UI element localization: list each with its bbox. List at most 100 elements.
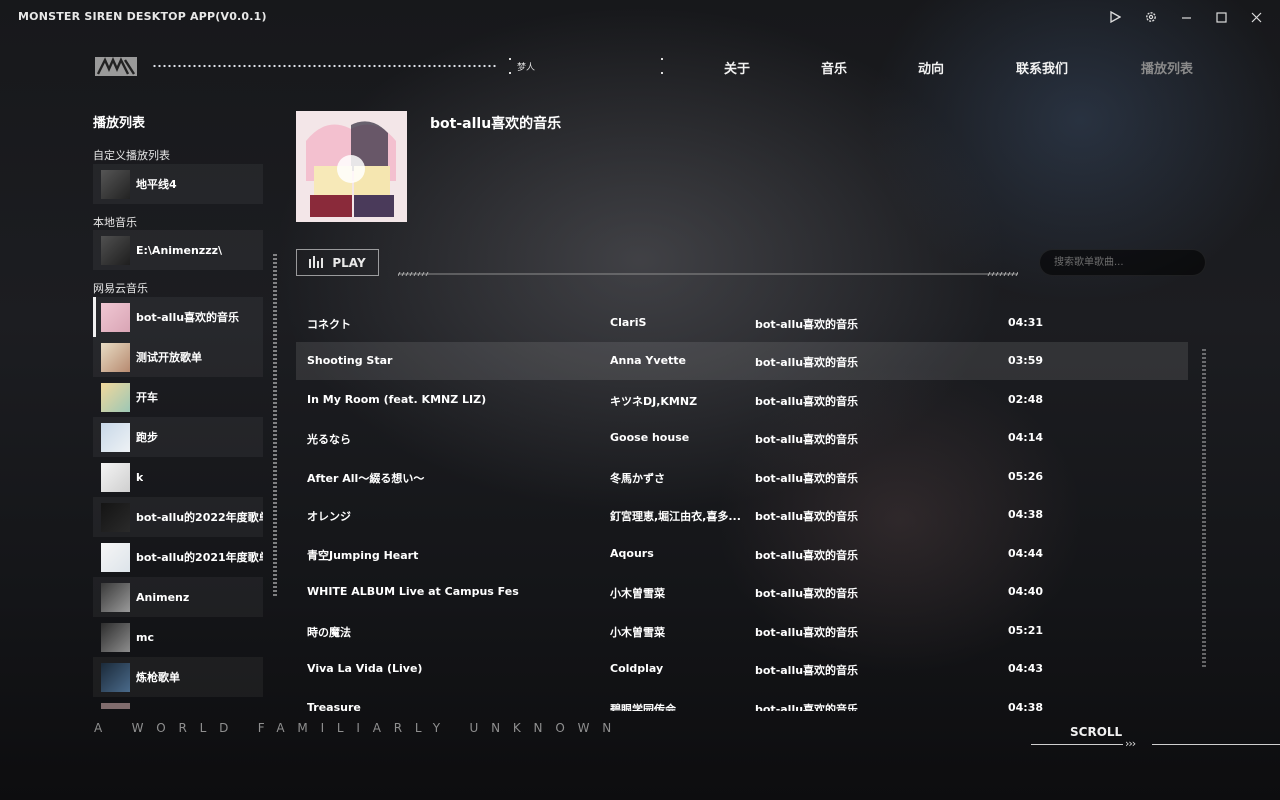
sidebar-item-label: bot-allu的2021年度歌单 [136, 551, 263, 564]
track-title: In My Room (feat. KMNZ LIZ) [307, 393, 487, 406]
section-netease-music: 网易云音乐 [93, 282, 148, 295]
track-artist: 小木曽雪菜 [610, 587, 665, 600]
sidebar-item-label: bot-allu喜欢的音乐 [136, 311, 240, 324]
sidebar-item-netease[interactable]: k [93, 457, 263, 497]
scroll-divider [1031, 744, 1123, 745]
track-row[interactable]: オレンジ 釘宮理恵,堀江由衣,喜多... bot-allu喜欢的音乐 04:38 [296, 496, 1188, 534]
sidebar-scrollbar[interactable] [273, 254, 277, 596]
sidebar-item-netease[interactable]: 测试开放歌单 [93, 337, 263, 377]
track-artist: Coldplay [610, 662, 664, 675]
scroll-divider [1152, 744, 1280, 745]
sidebar-item-netease[interactable]: 开车 [93, 377, 263, 417]
track-artist: Goose house [610, 431, 690, 444]
tagline: A WORLD FAMILIARLY UNKNOWN [94, 721, 625, 735]
sidebar-item-netease[interactable]: bot-allu的2022年度歌单 [93, 497, 263, 537]
nav-music[interactable]: 音乐 [821, 58, 847, 77]
playlist-cover [101, 382, 130, 412]
sidebar-item-netease[interactable]: bot-allu的2021年度歌单 [93, 537, 263, 577]
track-artist: 碧眼学园传会 [610, 703, 676, 711]
audio-visualizer [152, 64, 497, 68]
track-duration: 04:40 [1008, 585, 1044, 598]
sidebar-item-local[interactable]: E:\Animenzzz\ [93, 230, 263, 270]
sidebar-item-label: k [136, 470, 144, 484]
track-title: Treasure [307, 701, 361, 711]
track-title: Viva La Vida (Live) [307, 662, 423, 675]
track-row[interactable]: 青空Jumping Heart Aqours bot-allu喜欢的音乐 04:… [296, 535, 1188, 573]
track-album: bot-allu喜欢的音乐 [755, 433, 859, 446]
monster-siren-logo[interactable] [95, 57, 137, 76]
play-all-button[interactable]: PLAY [296, 249, 379, 276]
maximize-icon[interactable] [1212, 8, 1230, 26]
track-title: オレンジ [307, 510, 351, 523]
sidebar-item-label: 开车 [136, 391, 158, 404]
track-title: 青空Jumping Heart [307, 549, 419, 562]
track-title: WHITE ALBUM Live at Campus Fes [307, 585, 519, 598]
track-title: 時の魔法 [307, 626, 351, 639]
sidebar-item-custom[interactable]: 地平线4 [93, 164, 263, 204]
gear-icon[interactable] [1142, 8, 1160, 26]
track-album: bot-allu喜欢的音乐 [755, 664, 859, 677]
track-artist: 釘宮理恵,堀江由衣,喜多... [610, 510, 741, 523]
sidebar-item-netease[interactable]: Animenz [93, 577, 263, 617]
sidebar-item-label: 测试开放歌单 [136, 351, 202, 364]
track-duration: 03:59 [1008, 354, 1044, 367]
track-row[interactable]: WHITE ALBUM Live at Campus Fes 小木曽雪菜 bot… [296, 573, 1188, 611]
track-duration: 04:38 [1008, 701, 1044, 711]
sidebar-item-netease[interactable]: mc [93, 617, 263, 657]
visualizer-tick [661, 58, 663, 60]
sidebar-item-label: E:\Animenzzz\ [136, 243, 223, 257]
playlist-search-input[interactable] [1039, 249, 1206, 276]
playlist-cover [101, 302, 130, 332]
track-duration: 04:31 [1008, 316, 1044, 329]
track-artist: ClariS [610, 316, 647, 329]
track-title: コネクト [307, 318, 351, 331]
track-row[interactable]: コネクト ClariS bot-allu喜欢的音乐 04:31 [296, 304, 1188, 342]
minimize-icon[interactable] [1177, 8, 1195, 26]
visualizer-tick [509, 58, 511, 60]
app-title: MONSTER SIREN DESKTOP APP(V0.0.1) [18, 10, 267, 23]
track-row[interactable]: 光るなら Goose house bot-allu喜欢的音乐 04:14 [296, 419, 1188, 457]
nav-news[interactable]: 动向 [918, 58, 944, 77]
playlist-cover [101, 342, 130, 372]
track-album: bot-allu喜欢的音乐 [755, 626, 859, 639]
track-album: bot-allu喜欢的音乐 [755, 703, 859, 711]
sidebar-item-label: mc [136, 630, 154, 644]
sidebar-item-label: 跑步 [136, 431, 158, 444]
track-row[interactable]: After All～綴る想い～ 冬馬かずさ bot-allu喜欢的音乐 05:2… [296, 458, 1188, 496]
track-row[interactable]: Shooting Star Anna Yvette bot-allu喜欢的音乐 … [296, 342, 1188, 380]
playlist-cover [101, 235, 130, 265]
track-duration: 04:43 [1008, 662, 1044, 675]
nav-contact[interactable]: 联系我们 [1016, 58, 1068, 77]
playlist-cover [101, 422, 130, 452]
sidebar-item-netease[interactable]: 跑步 [93, 417, 263, 457]
sidebar-item-netease[interactable]: 炼枪歌单 [93, 657, 263, 697]
sidebar-title: 播放列表 [93, 116, 146, 131]
track-duration: 05:21 [1008, 624, 1044, 637]
track-list-scrollbar[interactable] [1202, 349, 1206, 667]
play-label: PLAY [332, 255, 366, 270]
track-row[interactable]: Treasure 碧眼学园传会 bot-allu喜欢的音乐 04:38 [296, 689, 1188, 711]
track-row[interactable]: In My Room (feat. KMNZ LIZ) キツネDJ,KMNZ b… [296, 381, 1188, 419]
track-album: bot-allu喜欢的音乐 [755, 549, 859, 562]
track-album: bot-allu喜欢的音乐 [755, 318, 859, 331]
playlist-cover [101, 462, 130, 492]
playlist-cover [101, 502, 130, 532]
nav-about[interactable]: 关于 [724, 58, 750, 77]
track-album: bot-allu喜欢的音乐 [755, 395, 859, 408]
sidebar-item-netease[interactable]: bot-allu喜欢的音乐 [93, 297, 263, 337]
playlist-title: bot-allu喜欢的音乐 [430, 116, 562, 132]
playlist-cover-art [296, 111, 407, 222]
track-row[interactable]: 時の魔法 小木曽雪菜 bot-allu喜欢的音乐 05:21 [296, 612, 1188, 650]
track-duration: 04:14 [1008, 431, 1044, 444]
playlist-cover [101, 662, 130, 692]
play-icon[interactable] [1106, 8, 1124, 26]
nav-playlist[interactable]: 播放列表 [1141, 58, 1193, 77]
track-row[interactable]: Viva La Vida (Live) Coldplay bot-allu喜欢的… [296, 650, 1188, 688]
track-duration: 04:38 [1008, 508, 1044, 521]
chevrons-right-icon: ››› [1125, 737, 1136, 750]
visualizer-tick [509, 72, 511, 74]
progress-line [397, 261, 1019, 277]
close-icon[interactable] [1247, 8, 1265, 26]
sidebar-item-label: Animenz [136, 590, 190, 604]
track-album: bot-allu喜欢的音乐 [755, 510, 859, 523]
